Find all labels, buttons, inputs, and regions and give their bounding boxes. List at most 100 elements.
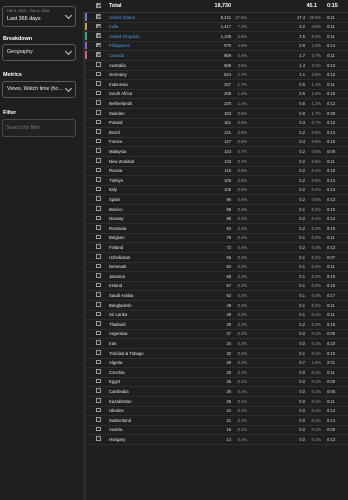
- avg-duration-value: 0:11: [327, 312, 335, 318]
- row-checkbox[interactable]: [96, 350, 101, 355]
- avg-duration-value: 0:12: [327, 100, 335, 106]
- avg-duration-value: 0:28: [327, 110, 335, 116]
- row-checkbox[interactable]: [96, 52, 101, 57]
- row-checkbox[interactable]: [96, 23, 101, 29]
- metrics-select[interactable]: Views, Watch time (ho...: [2, 81, 76, 98]
- filter-search-box[interactable]: [2, 119, 76, 137]
- row-checkbox[interactable]: [96, 62, 101, 67]
- watch-time-value: 0.5: [299, 100, 305, 106]
- row-checkbox[interactable]: [96, 436, 101, 441]
- views-value: 970: [224, 43, 231, 49]
- chevron-down-icon: [64, 11, 73, 20]
- row-checkbox[interactable]: [96, 254, 101, 259]
- row-checkbox[interactable]: [96, 225, 101, 230]
- views-value: 86: [226, 216, 231, 222]
- row-checkbox[interactable]: [96, 302, 101, 307]
- select-all-checkbox[interactable]: [96, 3, 101, 8]
- row-checkbox[interactable]: [96, 215, 101, 221]
- row-checkbox[interactable]: [96, 244, 101, 249]
- views-percent: 0.7%: [237, 148, 247, 154]
- avg-duration-value: 0:13: [327, 196, 335, 202]
- row-checkbox[interactable]: [96, 407, 101, 413]
- watch-time-value: 2.5: [299, 33, 305, 39]
- row-checkbox[interactable]: [96, 129, 101, 134]
- watch-time-value: 0.1: [299, 264, 305, 270]
- views-value: 22: [226, 408, 231, 414]
- row-checkbox[interactable]: [96, 340, 101, 345]
- row-checkbox[interactable]: [96, 388, 101, 393]
- row-checkbox[interactable]: [96, 417, 101, 422]
- row-checkbox[interactable]: [96, 263, 101, 269]
- row-checkbox[interactable]: [96, 330, 101, 336]
- row-checkbox[interactable]: [96, 81, 101, 86]
- series-color-stripe: [85, 41, 87, 50]
- watch-time-percent: 0.1%: [311, 379, 321, 385]
- row-checkbox[interactable]: [96, 148, 101, 153]
- row-checkbox[interactable]: [96, 177, 101, 182]
- views-percent: 0.1%: [237, 398, 247, 404]
- avg-duration-value: 0:17: [327, 292, 335, 298]
- breakdown-value: Geography: [7, 49, 33, 55]
- row-checkbox[interactable]: [96, 311, 101, 317]
- row-checkbox[interactable]: [96, 196, 101, 201]
- table-row[interactable]: Hungary 14 0.1% 0.0 0.1% 0:13: [83, 434, 348, 445]
- country-name: Cambodia: [109, 388, 129, 394]
- watch-time-percent: 3.1%: [311, 62, 321, 68]
- row-checkbox[interactable]: [96, 206, 101, 211]
- row-checkbox[interactable]: [96, 369, 101, 374]
- watch-time-value: 0.2: [299, 244, 305, 250]
- views-percent: 0.3%: [237, 264, 247, 270]
- watch-time-value: 0.0: [299, 388, 305, 394]
- row-checkbox[interactable]: [96, 186, 101, 192]
- views-value: 25: [226, 398, 231, 404]
- views-percent: 0.1%: [237, 427, 247, 433]
- row-checkbox[interactable]: [96, 119, 101, 125]
- avg-duration-value: 0:11: [327, 235, 335, 241]
- row-checkbox[interactable]: [96, 90, 101, 96]
- row-checkbox[interactable]: [96, 14, 101, 19]
- row-checkbox[interactable]: [96, 321, 101, 326]
- views-value: 57: [226, 283, 231, 289]
- row-checkbox[interactable]: [96, 71, 101, 77]
- row-checkbox[interactable]: [96, 292, 101, 297]
- country-name: Uzbekistan: [109, 254, 131, 260]
- row-checkbox[interactable]: [96, 42, 101, 48]
- row-checkbox[interactable]: [96, 359, 101, 365]
- row-checkbox[interactable]: [96, 167, 101, 173]
- views-value: 49: [226, 312, 231, 318]
- row-checkbox[interactable]: [96, 426, 101, 432]
- views-value: 133: [224, 158, 231, 164]
- row-checkbox[interactable]: [96, 110, 101, 115]
- row-checkbox[interactable]: [96, 33, 101, 38]
- views-percent: 4.4%: [237, 52, 247, 58]
- row-checkbox[interactable]: [96, 158, 101, 163]
- views-percent: 5.6%: [237, 33, 247, 39]
- avg-duration-value: 0:10: [327, 206, 335, 212]
- chevron-down-icon: [64, 47, 73, 56]
- date-range-picker[interactable]: Feb 5, 2025 – Feb 4, 2026 Last 365 days: [2, 6, 76, 27]
- row-checkbox[interactable]: [96, 273, 101, 278]
- views-percent: 0.3%: [237, 312, 247, 318]
- row-checkbox[interactable]: [96, 100, 101, 105]
- row-checkbox[interactable]: [96, 398, 101, 403]
- total-watch-time: 45.1: [306, 3, 318, 9]
- breakdown-select[interactable]: Geography: [2, 44, 76, 61]
- views-percent: 2.7%: [237, 72, 247, 78]
- country-name: New Zealand: [109, 158, 135, 164]
- views-value: 32: [226, 350, 231, 356]
- views-value: 131: [224, 129, 231, 135]
- row-checkbox[interactable]: [96, 282, 101, 288]
- views-percent: 0.5%: [237, 168, 247, 174]
- country-name: Ukraine: [109, 408, 124, 414]
- row-checkbox[interactable]: [96, 378, 101, 384]
- country-name: Austria: [109, 427, 123, 433]
- watch-time-value: 0.9: [299, 43, 305, 49]
- row-checkbox[interactable]: [96, 138, 101, 144]
- avg-duration-value: 0:14: [327, 417, 335, 423]
- avg-duration-value: 0:15: [327, 321, 335, 327]
- watch-time-percent: 1.0%: [311, 91, 321, 97]
- row-checkbox[interactable]: [96, 234, 101, 240]
- views-percent: 0.7%: [237, 158, 247, 164]
- country-name: Finland: [109, 244, 124, 250]
- filter-search-input[interactable]: [6, 123, 70, 133]
